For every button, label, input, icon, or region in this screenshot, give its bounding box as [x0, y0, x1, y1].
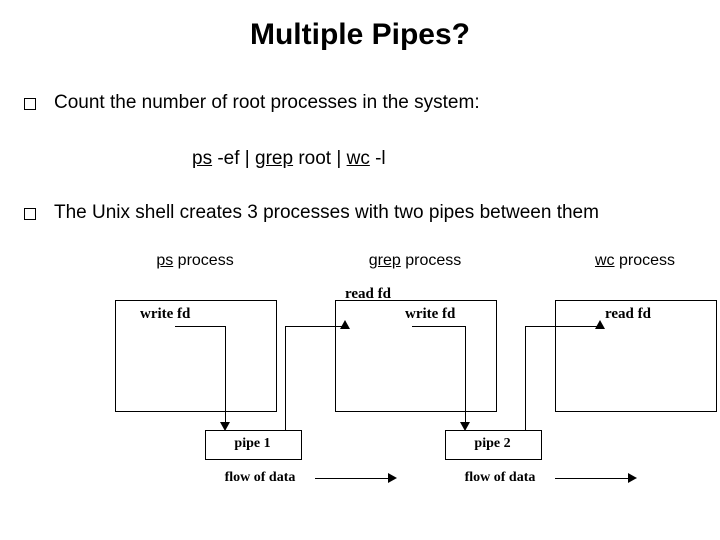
arrow-right-icon [388, 473, 397, 483]
arrow-right-icon [628, 473, 637, 483]
cmd-pipe2: | [331, 148, 347, 169]
grep-read-fd-label: read fd [345, 286, 391, 303]
flow-arrow-line [555, 478, 630, 479]
cmd-wc-args: -l [370, 148, 386, 169]
wc-read-fd-label: read fd [605, 306, 651, 323]
cmd-wc: wc [347, 148, 370, 169]
connector [285, 326, 342, 327]
proc-wc-label: wc process [560, 252, 710, 270]
connector [225, 326, 226, 424]
pipe-1-label: pipe 1 [205, 436, 300, 452]
grep-write-fd-label: write fd [405, 306, 455, 323]
cmd-ps: ps [192, 148, 212, 169]
cmd-ps-args: -ef [212, 148, 239, 169]
flow-2-label: flow of data [450, 470, 550, 486]
proc-grep-label: grep process [340, 252, 490, 270]
ps-write-fd-label: write fd [140, 306, 190, 323]
cmd-pipe1: | [240, 148, 256, 169]
connector [465, 326, 466, 424]
arrow-up-icon [595, 320, 605, 329]
proc-grep-underline: grep [369, 252, 401, 269]
arrow-down-icon [220, 422, 230, 431]
arrow-down-icon [460, 422, 470, 431]
bullet-1-text: Count the number of root processes in th… [54, 92, 480, 114]
connector [525, 326, 526, 430]
connector [285, 326, 286, 430]
connector [412, 326, 465, 327]
cmd-grep: grep [255, 148, 293, 169]
command-line: ps -ef | grep root | wc -l [192, 148, 386, 170]
page-title: Multiple Pipes? [0, 18, 720, 52]
arrow-up-icon [340, 320, 350, 329]
proc-ps-label: ps process [120, 252, 270, 270]
proc-wc-underline: wc [595, 252, 615, 269]
proc-wc-word: process [615, 252, 675, 269]
bullet-square-icon [24, 98, 36, 110]
proc-ps-word: process [173, 252, 233, 269]
proc-grep-word: process [401, 252, 461, 269]
pipe-2-label: pipe 2 [445, 436, 540, 452]
proc-ps-underline: ps [156, 252, 173, 269]
bullet-2: The Unix shell creates 3 processes with … [24, 202, 599, 224]
bullet-2-text: The Unix shell creates 3 processes with … [54, 202, 599, 224]
bullet-1: Count the number of root processes in th… [24, 92, 480, 114]
slide: Multiple Pipes? Count the number of root… [0, 0, 720, 540]
flow-1-label: flow of data [210, 470, 310, 486]
flow-arrow-line [315, 478, 390, 479]
cmd-grep-args: root [293, 148, 331, 169]
connector [175, 326, 225, 327]
bullet-square-icon [24, 208, 36, 220]
connector [525, 326, 597, 327]
